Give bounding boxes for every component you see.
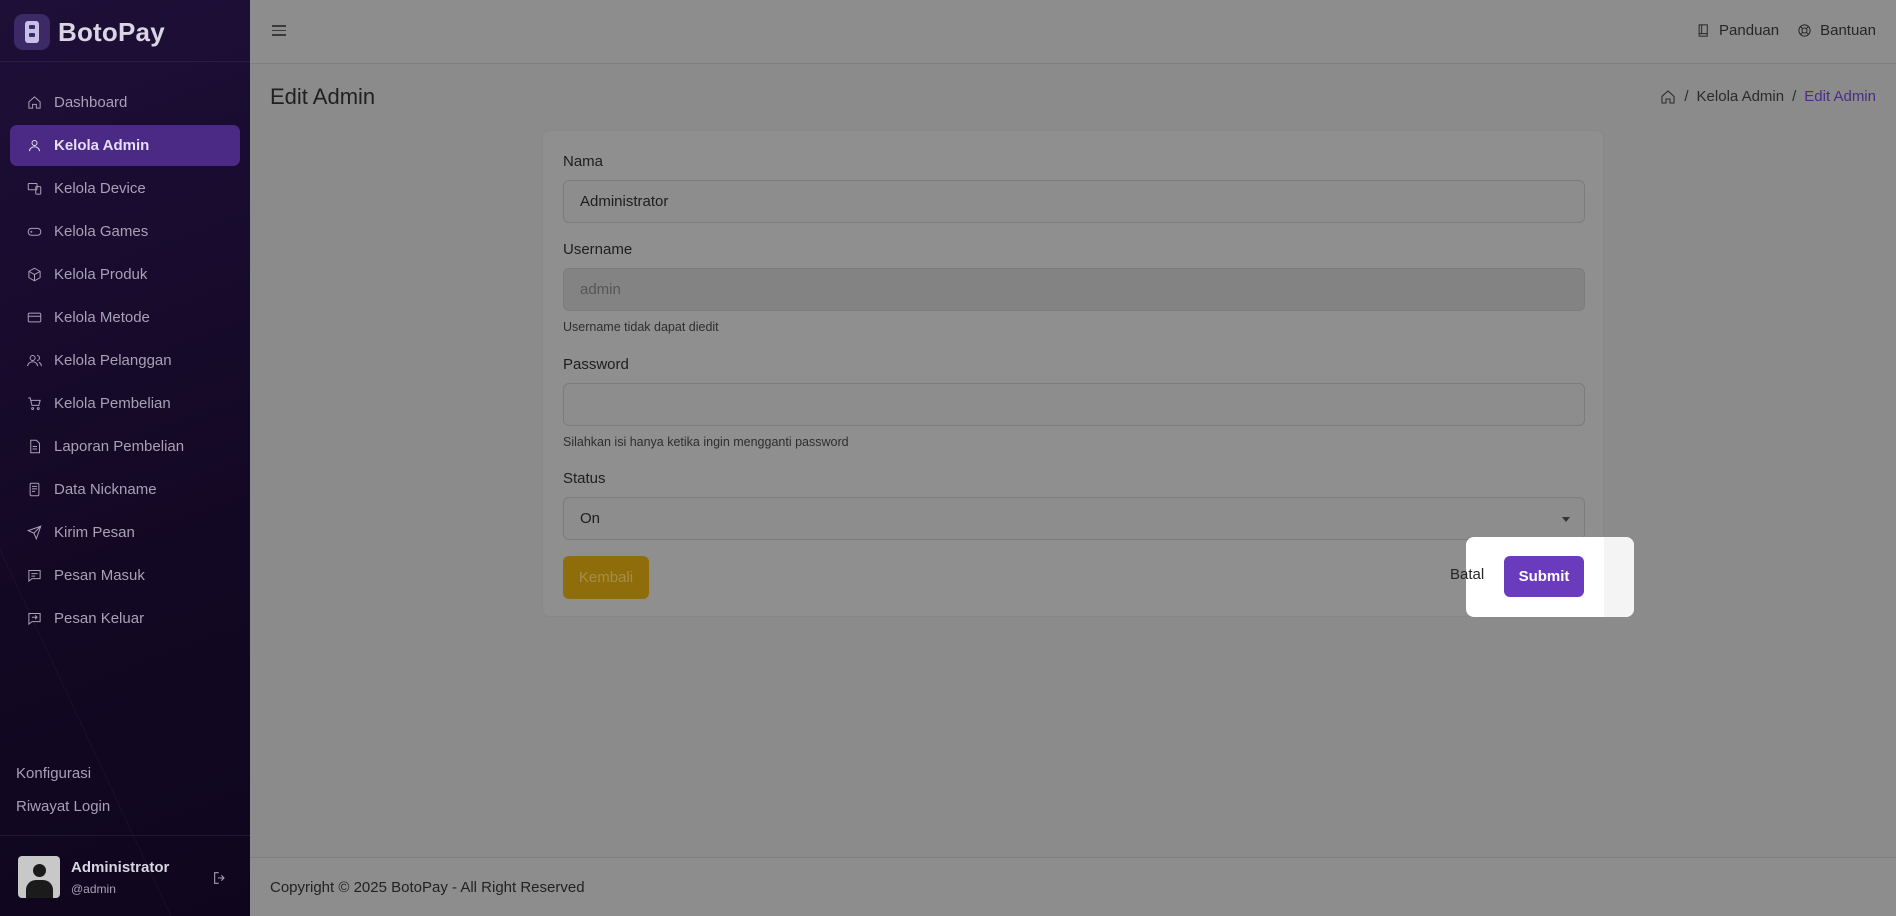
submit-button[interactable]: Submit <box>1504 556 1584 597</box>
sidebar-item-kelola-metode[interactable]: Kelola Metode <box>10 297 240 338</box>
card-icon <box>26 310 42 326</box>
sidebar-item-pesan-keluar[interactable]: Pesan Keluar <box>10 598 240 639</box>
send-icon <box>26 525 42 541</box>
user-profile: Administrator @admin <box>18 856 169 898</box>
password-label: Password <box>563 356 629 373</box>
book-icon <box>1698 24 1708 37</box>
sidebar-item-pesan-masuk[interactable]: Pesan Masuk <box>10 555 240 596</box>
breadcrumb-item-kelola-admin[interactable]: Kelola Admin <box>1697 88 1785 105</box>
username-input: admin <box>563 268 1585 311</box>
user-name: Administrator <box>71 858 170 876</box>
batal-button[interactable]: Batal <box>1450 566 1484 583</box>
sidebar-item-label: Kelola Games <box>54 223 149 240</box>
sidebar-item-label: Data Nickname <box>54 481 157 498</box>
sidebar-item-label: Kelola Pelanggan <box>54 352 172 369</box>
status-select[interactable]: On <box>563 497 1585 540</box>
home-icon[interactable] <box>1660 89 1676 105</box>
document-icon <box>26 482 42 498</box>
lifebuoy-icon <box>1798 24 1811 37</box>
file-icon <box>26 439 42 455</box>
action-highlight-shade <box>1604 537 1634 617</box>
avatar <box>18 856 60 898</box>
password-input[interactable] <box>563 383 1585 426</box>
breadcrumb-separator: / <box>1684 88 1689 105</box>
brand-name: BotoPay <box>58 16 165 47</box>
sidebar-item-label: Kelola Admin <box>54 137 150 154</box>
sidebar-item-label: Pesan Keluar <box>54 610 145 627</box>
username-help-text: Username tidak dapat diedit <box>563 320 719 334</box>
footer: Copyright © 2025 BotoPay - All Right Res… <box>250 857 1896 916</box>
sidebar-link-konfigurasi[interactable]: Konfigurasi <box>16 764 110 797</box>
page-title: Edit Admin <box>270 84 376 109</box>
divider <box>0 61 250 62</box>
sidebar-item-label: Kelola Pembelian <box>54 395 171 412</box>
panduan-link[interactable]: Panduan <box>1696 22 1779 39</box>
menu-toggle-icon[interactable] <box>272 25 286 37</box>
users-icon <box>26 353 42 369</box>
sidebar-item-kelola-admin[interactable]: Kelola Admin <box>10 125 240 166</box>
sidebar-item-label: Kelola Produk <box>54 266 148 283</box>
breadcrumb: / Kelola Admin / Edit Admin <box>1660 88 1876 105</box>
sidebar-item-kelola-produk[interactable]: Kelola Produk <box>10 254 240 295</box>
sidebar-item-label: Kelola Metode <box>54 309 150 326</box>
device-icon <box>26 181 42 197</box>
nama-input[interactable]: Administrator <box>563 180 1585 223</box>
edit-admin-form: Nama Administrator Username admin Userna… <box>542 130 1604 617</box>
sidebar-item-kelola-games[interactable]: Kelola Games <box>10 211 240 252</box>
sidebar-link-riwayat-login[interactable]: Riwayat Login <box>16 797 110 830</box>
sidebar-item-label: Dashboard <box>54 94 128 111</box>
sidebar-item-kelola-pelanggan[interactable]: Kelola Pelanggan <box>10 340 240 381</box>
cart-icon <box>26 396 42 412</box>
breadcrumb-item-edit-admin: Edit Admin <box>1804 88 1876 105</box>
brand-logo-icon <box>14 14 50 50</box>
sidebar-bottom-links: Konfigurasi Riwayat Login <box>16 764 110 830</box>
sidebar-item-label: Kirim Pesan <box>54 524 135 541</box>
panduan-label: Panduan <box>1719 22 1780 39</box>
password-help-text: Silahkan isi hanya ketika ingin menggant… <box>563 435 849 449</box>
user-handle: @admin <box>71 881 116 896</box>
user-icon <box>26 138 42 154</box>
status-label: Status <box>563 470 606 487</box>
sidebar-item-data-nickname[interactable]: Data Nickname <box>10 469 240 510</box>
sidebar-item-kelola-pembelian[interactable]: Kelola Pembelian <box>10 383 240 424</box>
sidebar: BotoPay Dashboard Kelola Admin Kelola De… <box>0 0 250 916</box>
sidebar-item-label: Kelola Device <box>54 180 146 197</box>
sidebar-item-dashboard[interactable]: Dashboard <box>10 82 240 123</box>
message-out-icon <box>26 611 42 627</box>
logout-icon[interactable] <box>212 870 230 888</box>
top-bar: Panduan Bantuan <box>250 0 1896 64</box>
divider <box>0 835 250 836</box>
kembali-button[interactable]: Kembali <box>563 556 649 599</box>
brand[interactable]: BotoPay <box>14 14 165 50</box>
sidebar-item-kirim-pesan[interactable]: Kirim Pesan <box>10 512 240 553</box>
copyright-text: Copyright © 2025 BotoPay - All Right Res… <box>270 879 585 896</box>
sidebar-item-label: Pesan Masuk <box>54 567 145 584</box>
message-icon <box>26 568 42 584</box>
breadcrumb-separator: / <box>1792 88 1797 105</box>
username-label: Username <box>563 241 633 258</box>
chevron-down-icon <box>1562 517 1570 522</box>
gamepad-icon <box>26 224 42 240</box>
home-icon <box>26 95 42 111</box>
bantuan-label: Bantuan <box>1820 22 1876 39</box>
sidebar-nav: Dashboard Kelola Admin Kelola Device Kel… <box>10 82 240 641</box>
bantuan-link[interactable]: Bantuan <box>1797 22 1876 39</box>
box-icon <box>26 267 42 283</box>
nama-label: Nama <box>563 153 604 170</box>
sidebar-item-laporan-pembelian[interactable]: Laporan Pembelian <box>10 426 240 467</box>
status-selected-value: On <box>580 510 601 527</box>
sidebar-item-kelola-device[interactable]: Kelola Device <box>10 168 240 209</box>
sidebar-item-label: Laporan Pembelian <box>54 438 185 455</box>
